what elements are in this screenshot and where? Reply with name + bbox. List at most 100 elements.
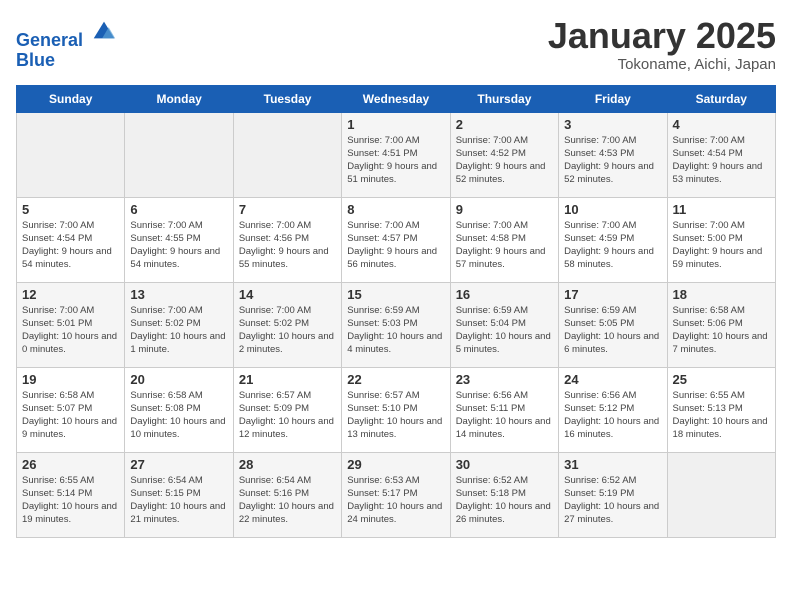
calendar-week-4: 19Sunrise: 6:58 AM Sunset: 5:07 PM Dayli… [17, 367, 776, 452]
day-number: 28 [239, 457, 336, 472]
day-number: 29 [347, 457, 444, 472]
day-number: 23 [456, 372, 553, 387]
day-header-monday: Monday [125, 85, 233, 112]
day-info: Sunrise: 7:00 AM Sunset: 4:58 PM Dayligh… [456, 219, 553, 272]
calendar-cell: 9 Sunrise: 7:00 AM Sunset: 4:58 PM Daylig… [450, 197, 558, 282]
day-number: 12 [22, 287, 119, 302]
calendar-body: 1 Sunrise: 7:00 AM Sunset: 4:51 PM Daylig… [17, 112, 776, 537]
day-info: Sunrise: 7:00 AM Sunset: 5:02 PM Dayligh… [130, 304, 227, 357]
day-info: Sunrise: 7:00 AM Sunset: 4:54 PM Dayligh… [673, 134, 770, 187]
calendar-cell: 3Sunrise: 7:00 AM Sunset: 4:53 PM Daylig… [559, 112, 667, 197]
calendar-cell: 17 Sunrise: 6:59 AM Sunset: 5:05 PM Dayli… [559, 282, 667, 367]
calendar-cell [233, 112, 341, 197]
day-number: 30 [456, 457, 553, 472]
calendar-cell: 27 Sunrise: 6:54 AM Sunset: 5:15 PM Dayli… [125, 452, 233, 537]
calendar-header-row: SundayMondayTuesdayWednesdayThursdayFrid… [17, 85, 776, 112]
day-number: 1 [347, 117, 444, 132]
calendar-cell: 15 Sunrise: 6:59 AM Sunset: 5:03 PM Dayli… [342, 282, 450, 367]
day-info: Sunrise: 7:00 AM Sunset: 4:56 PM Dayligh… [239, 219, 336, 272]
calendar-cell: 14Sunrise: 7:00 AM Sunset: 5:02 PM Dayli… [233, 282, 341, 367]
calendar-cell: 26 Sunrise: 6:55 AM Sunset: 5:14 PM Dayli… [17, 452, 125, 537]
day-info: Sunrise: 6:55 AM Sunset: 5:14 PM Dayligh… [22, 474, 119, 527]
calendar-cell: 12 Sunrise: 7:00 AM Sunset: 5:01 PM Dayli… [17, 282, 125, 367]
day-info: Sunrise: 6:58 AM Sunset: 5:07 PM Dayligh… [22, 389, 119, 442]
calendar-cell: 22Sunrise: 6:57 AM Sunset: 5:10 PM Dayli… [342, 367, 450, 452]
day-number: 8 [347, 202, 444, 217]
day-info: Sunrise: 6:54 AM Sunset: 5:16 PM Dayligh… [239, 474, 336, 527]
page-header: General Blue January 2025 Tokoname, Aich… [16, 16, 776, 73]
day-header-saturday: Saturday [667, 85, 775, 112]
day-info: Sunrise: 7:00 AM Sunset: 4:53 PM Dayligh… [564, 134, 661, 187]
day-info: Sunrise: 7:00 AM Sunset: 5:01 PM Dayligh… [22, 304, 119, 357]
day-number: 27 [130, 457, 227, 472]
calendar-week-3: 12 Sunrise: 7:00 AM Sunset: 5:01 PM Dayli… [17, 282, 776, 367]
day-info: Sunrise: 6:56 AM Sunset: 5:11 PM Dayligh… [456, 389, 553, 442]
day-info: Sunrise: 6:59 AM Sunset: 5:03 PM Dayligh… [347, 304, 444, 357]
calendar-cell: 5Sunrise: 7:00 AM Sunset: 4:54 PM Daylig… [17, 197, 125, 282]
day-number: 15 [347, 287, 444, 302]
day-number: 26 [22, 457, 119, 472]
day-number: 14 [239, 287, 336, 302]
day-info: Sunrise: 6:58 AM Sunset: 5:08 PM Dayligh… [130, 389, 227, 442]
day-info: Sunrise: 6:56 AM Sunset: 5:12 PM Dayligh… [564, 389, 661, 442]
day-info: Sunrise: 6:59 AM Sunset: 5:05 PM Dayligh… [564, 304, 661, 357]
calendar-cell: 25Sunrise: 6:55 AM Sunset: 5:13 PM Dayli… [667, 367, 775, 452]
calendar-table: SundayMondayTuesdayWednesdayThursdayFrid… [16, 85, 776, 538]
day-number: 13 [130, 287, 227, 302]
day-number: 9 [456, 202, 553, 217]
calendar-cell: 1 Sunrise: 7:00 AM Sunset: 4:51 PM Daylig… [342, 112, 450, 197]
day-info: Sunrise: 7:00 AM Sunset: 4:51 PM Dayligh… [347, 134, 444, 187]
calendar-week-2: 5Sunrise: 7:00 AM Sunset: 4:54 PM Daylig… [17, 197, 776, 282]
day-number: 18 [673, 287, 770, 302]
calendar-title: January 2025 [548, 16, 776, 56]
calendar-cell: 6 Sunrise: 7:00 AM Sunset: 4:55 PM Daylig… [125, 197, 233, 282]
day-number: 11 [673, 202, 770, 217]
calendar-cell [125, 112, 233, 197]
calendar-cell: 24 Sunrise: 6:56 AM Sunset: 5:12 PM Dayli… [559, 367, 667, 452]
day-header-thursday: Thursday [450, 85, 558, 112]
day-number: 16 [456, 287, 553, 302]
calendar-cell: 7 Sunrise: 7:00 AM Sunset: 4:56 PM Daylig… [233, 197, 341, 282]
day-info: Sunrise: 6:59 AM Sunset: 5:04 PM Dayligh… [456, 304, 553, 357]
calendar-cell: 10Sunrise: 7:00 AM Sunset: 4:59 PM Dayli… [559, 197, 667, 282]
day-info: Sunrise: 6:54 AM Sunset: 5:15 PM Dayligh… [130, 474, 227, 527]
calendar-cell: 11Sunrise: 7:00 AM Sunset: 5:00 PM Dayli… [667, 197, 775, 282]
day-info: Sunrise: 7:00 AM Sunset: 4:57 PM Dayligh… [347, 219, 444, 272]
logo: General Blue [16, 16, 118, 71]
logo-blue: Blue [16, 51, 118, 71]
day-info: Sunrise: 6:53 AM Sunset: 5:17 PM Dayligh… [347, 474, 444, 527]
day-info: Sunrise: 6:57 AM Sunset: 5:10 PM Dayligh… [347, 389, 444, 442]
calendar-cell: 4 Sunrise: 7:00 AM Sunset: 4:54 PM Daylig… [667, 112, 775, 197]
logo-text: General [16, 16, 118, 51]
day-info: Sunrise: 7:00 AM Sunset: 4:59 PM Dayligh… [564, 219, 661, 272]
calendar-cell [667, 452, 775, 537]
day-info: Sunrise: 7:00 AM Sunset: 4:54 PM Dayligh… [22, 219, 119, 272]
calendar-week-1: 1 Sunrise: 7:00 AM Sunset: 4:51 PM Daylig… [17, 112, 776, 197]
calendar-cell: 29 Sunrise: 6:53 AM Sunset: 5:17 PM Dayli… [342, 452, 450, 537]
calendar-cell: 28 Sunrise: 6:54 AM Sunset: 5:16 PM Dayli… [233, 452, 341, 537]
day-info: Sunrise: 7:00 AM Sunset: 4:55 PM Dayligh… [130, 219, 227, 272]
logo-icon [90, 16, 118, 44]
title-block: January 2025 Tokoname, Aichi, Japan [548, 16, 776, 73]
day-info: Sunrise: 6:52 AM Sunset: 5:18 PM Dayligh… [456, 474, 553, 527]
day-number: 20 [130, 372, 227, 387]
day-number: 4 [673, 117, 770, 132]
day-number: 6 [130, 202, 227, 217]
calendar-cell: 13 Sunrise: 7:00 AM Sunset: 5:02 PM Dayli… [125, 282, 233, 367]
logo-general: General [16, 30, 83, 50]
day-header-friday: Friday [559, 85, 667, 112]
calendar-week-5: 26 Sunrise: 6:55 AM Sunset: 5:14 PM Dayli… [17, 452, 776, 537]
day-info: Sunrise: 6:58 AM Sunset: 5:06 PM Dayligh… [673, 304, 770, 357]
day-header-sunday: Sunday [17, 85, 125, 112]
calendar-subtitle: Tokoname, Aichi, Japan [548, 56, 776, 73]
calendar-cell: 20 Sunrise: 6:58 AM Sunset: 5:08 PM Dayli… [125, 367, 233, 452]
calendar-cell: 2Sunrise: 7:00 AM Sunset: 4:52 PM Daylig… [450, 112, 558, 197]
day-info: Sunrise: 6:57 AM Sunset: 5:09 PM Dayligh… [239, 389, 336, 442]
calendar-cell: 18 Sunrise: 6:58 AM Sunset: 5:06 PM Dayli… [667, 282, 775, 367]
day-number: 24 [564, 372, 661, 387]
day-number: 17 [564, 287, 661, 302]
calendar-cell: 23 Sunrise: 6:56 AM Sunset: 5:11 PM Dayli… [450, 367, 558, 452]
calendar-cell: 31Sunrise: 6:52 AM Sunset: 5:19 PM Dayli… [559, 452, 667, 537]
day-number: 31 [564, 457, 661, 472]
day-number: 7 [239, 202, 336, 217]
